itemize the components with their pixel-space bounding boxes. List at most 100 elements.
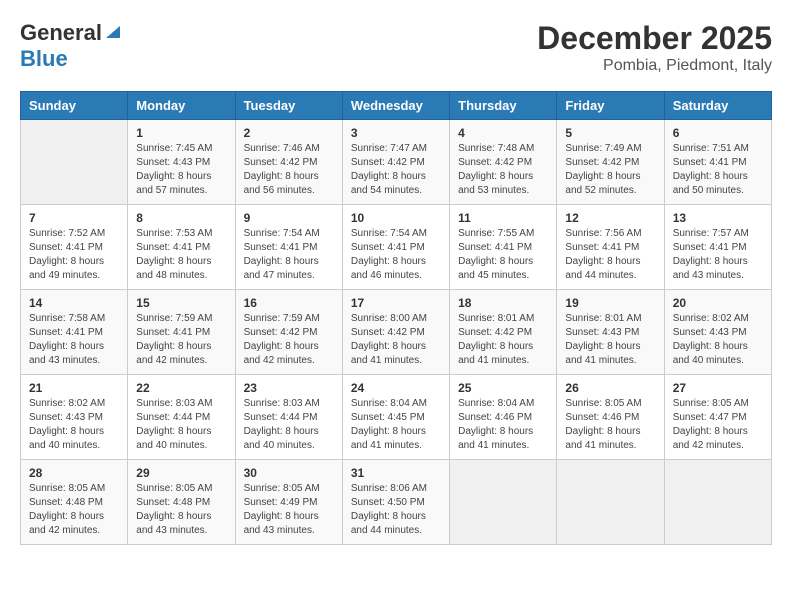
- calendar-cell: [21, 120, 128, 205]
- day-number: 20: [673, 296, 763, 310]
- day-number: 13: [673, 211, 763, 225]
- day-info: Sunrise: 7:56 AM Sunset: 4:41 PM Dayligh…: [565, 227, 655, 283]
- calendar-cell: 13Sunrise: 7:57 AM Sunset: 4:41 PM Dayli…: [664, 205, 771, 290]
- calendar-cell: 27Sunrise: 8:05 AM Sunset: 4:47 PM Dayli…: [664, 375, 771, 460]
- day-of-week-header: Thursday: [450, 92, 557, 120]
- day-info: Sunrise: 7:53 AM Sunset: 4:41 PM Dayligh…: [136, 227, 226, 283]
- day-number: 1: [136, 126, 226, 140]
- day-info: Sunrise: 7:54 AM Sunset: 4:41 PM Dayligh…: [244, 227, 334, 283]
- calendar-cell: 18 Sunrise: 8:01 AM Sunset: 4:42 PM Dayli…: [450, 290, 557, 375]
- day-number: 24: [351, 381, 441, 395]
- day-number: 21: [29, 381, 119, 395]
- header-row: SundayMondayTuesdayWednesdayThursdayFrid…: [21, 92, 772, 120]
- calendar-cell: 22 Sunrise: 8:03 AM Sunset: 4:44 PM Dayli…: [128, 375, 235, 460]
- day-info: Sunrise: 7:59 AM Sunset: 4:42 PM Dayligh…: [244, 312, 334, 368]
- day-number: 12: [565, 211, 655, 225]
- calendar-cell: 16 Sunrise: 7:59 AM Sunset: 4:42 PM Dayli…: [235, 290, 342, 375]
- day-info: Sunrise: 7:45 AM Sunset: 4:43 PM Dayligh…: [136, 142, 226, 198]
- day-info: Sunrise: 7:51 AM Sunset: 4:41 PM Dayligh…: [673, 142, 763, 198]
- calendar-cell: 14 Sunrise: 7:58 AM Sunset: 4:41 PM Dayli…: [21, 290, 128, 375]
- calendar-cell: 11Sunrise: 7:55 AM Sunset: 4:41 PM Dayli…: [450, 205, 557, 290]
- calendar-cell: 24 Sunrise: 8:04 AM Sunset: 4:45 PM Dayli…: [342, 375, 449, 460]
- day-number: 16: [244, 296, 334, 310]
- calendar-cell: [557, 460, 664, 545]
- calendar-week-row: 1 Sunrise: 7:45 AM Sunset: 4:43 PM Daylig…: [21, 120, 772, 205]
- day-info: Sunrise: 7:59 AM Sunset: 4:41 PM Dayligh…: [136, 312, 226, 368]
- day-of-week-header: Saturday: [664, 92, 771, 120]
- day-number: 5: [565, 126, 655, 140]
- logo: General Blue: [20, 20, 122, 72]
- calendar-cell: 2Sunrise: 7:46 AM Sunset: 4:42 PM Daylig…: [235, 120, 342, 205]
- calendar-cell: 5 Sunrise: 7:49 AM Sunset: 4:42 PM Daylig…: [557, 120, 664, 205]
- day-info: Sunrise: 8:04 AM Sunset: 4:46 PM Dayligh…: [458, 397, 548, 453]
- day-number: 3: [351, 126, 441, 140]
- page-title: December 2025: [537, 20, 772, 57]
- calendar-cell: 8 Sunrise: 7:53 AM Sunset: 4:41 PM Daylig…: [128, 205, 235, 290]
- day-number: 30: [244, 466, 334, 480]
- calendar-cell: 4 Sunrise: 7:48 AM Sunset: 4:42 PM Daylig…: [450, 120, 557, 205]
- day-of-week-header: Monday: [128, 92, 235, 120]
- calendar-cell: 26Sunrise: 8:05 AM Sunset: 4:46 PM Dayli…: [557, 375, 664, 460]
- day-number: 11: [458, 211, 548, 225]
- logo-blue-text: Blue: [20, 46, 68, 72]
- calendar-cell: [664, 460, 771, 545]
- calendar-cell: 19 Sunrise: 8:01 AM Sunset: 4:43 PM Dayli…: [557, 290, 664, 375]
- day-number: 22: [136, 381, 226, 395]
- calendar-cell: 7 Sunrise: 7:52 AM Sunset: 4:41 PM Daylig…: [21, 205, 128, 290]
- day-info: Sunrise: 8:01 AM Sunset: 4:43 PM Dayligh…: [565, 312, 655, 368]
- calendar-week-row: 21 Sunrise: 8:02 AM Sunset: 4:43 PM Dayli…: [21, 375, 772, 460]
- calendar-cell: 12 Sunrise: 7:56 AM Sunset: 4:41 PM Dayli…: [557, 205, 664, 290]
- page-subtitle: Pombia, Piedmont, Italy: [537, 57, 772, 75]
- day-number: 15: [136, 296, 226, 310]
- logo-general-text: General: [20, 20, 102, 46]
- day-number: 8: [136, 211, 226, 225]
- calendar-cell: 28 Sunrise: 8:05 AM Sunset: 4:48 PM Dayli…: [21, 460, 128, 545]
- day-info: Sunrise: 8:02 AM Sunset: 4:43 PM Dayligh…: [29, 397, 119, 453]
- day-info: Sunrise: 8:02 AM Sunset: 4:43 PM Dayligh…: [673, 312, 763, 368]
- calendar-cell: 31Sunrise: 8:06 AM Sunset: 4:50 PM Dayli…: [342, 460, 449, 545]
- day-number: 14: [29, 296, 119, 310]
- day-info: Sunrise: 8:04 AM Sunset: 4:45 PM Dayligh…: [351, 397, 441, 453]
- title-block: December 2025 Pombia, Piedmont, Italy: [537, 20, 772, 75]
- day-number: 18: [458, 296, 548, 310]
- day-number: 2: [244, 126, 334, 140]
- day-number: 19: [565, 296, 655, 310]
- day-info: Sunrise: 8:03 AM Sunset: 4:44 PM Dayligh…: [136, 397, 226, 453]
- day-info: Sunrise: 7:52 AM Sunset: 4:41 PM Dayligh…: [29, 227, 119, 283]
- day-info: Sunrise: 8:01 AM Sunset: 4:42 PM Dayligh…: [458, 312, 548, 368]
- day-info: Sunrise: 7:47 AM Sunset: 4:42 PM Dayligh…: [351, 142, 441, 198]
- day-number: 28: [29, 466, 119, 480]
- day-info: Sunrise: 7:49 AM Sunset: 4:42 PM Dayligh…: [565, 142, 655, 198]
- calendar-cell: 21 Sunrise: 8:02 AM Sunset: 4:43 PM Dayli…: [21, 375, 128, 460]
- page-header: General Blue December 2025 Pombia, Piedm…: [20, 20, 772, 75]
- day-info: Sunrise: 8:00 AM Sunset: 4:42 PM Dayligh…: [351, 312, 441, 368]
- calendar-cell: 3 Sunrise: 7:47 AM Sunset: 4:42 PM Daylig…: [342, 120, 449, 205]
- day-number: 4: [458, 126, 548, 140]
- calendar-body: 1 Sunrise: 7:45 AM Sunset: 4:43 PM Daylig…: [21, 120, 772, 545]
- calendar-cell: 23Sunrise: 8:03 AM Sunset: 4:44 PM Dayli…: [235, 375, 342, 460]
- day-info: Sunrise: 8:05 AM Sunset: 4:48 PM Dayligh…: [136, 482, 226, 538]
- calendar-cell: 10Sunrise: 7:54 AM Sunset: 4:41 PM Dayli…: [342, 205, 449, 290]
- calendar-cell: 29Sunrise: 8:05 AM Sunset: 4:48 PM Dayli…: [128, 460, 235, 545]
- day-info: Sunrise: 7:58 AM Sunset: 4:41 PM Dayligh…: [29, 312, 119, 368]
- calendar-cell: 15 Sunrise: 7:59 AM Sunset: 4:41 PM Dayli…: [128, 290, 235, 375]
- calendar-cell: 20 Sunrise: 8:02 AM Sunset: 4:43 PM Dayli…: [664, 290, 771, 375]
- day-of-week-header: Wednesday: [342, 92, 449, 120]
- day-info: Sunrise: 7:48 AM Sunset: 4:42 PM Dayligh…: [458, 142, 548, 198]
- day-number: 17: [351, 296, 441, 310]
- calendar-header: SundayMondayTuesdayWednesdayThursdayFrid…: [21, 92, 772, 120]
- day-number: 7: [29, 211, 119, 225]
- day-number: 10: [351, 211, 441, 225]
- day-info: Sunrise: 8:05 AM Sunset: 4:46 PM Dayligh…: [565, 397, 655, 453]
- calendar-cell: 25 Sunrise: 8:04 AM Sunset: 4:46 PM Dayli…: [450, 375, 557, 460]
- day-number: 25: [458, 381, 548, 395]
- day-info: Sunrise: 8:05 AM Sunset: 4:48 PM Dayligh…: [29, 482, 119, 538]
- day-number: 31: [351, 466, 441, 480]
- day-of-week-header: Tuesday: [235, 92, 342, 120]
- logo-icon: [104, 22, 122, 40]
- day-info: Sunrise: 8:05 AM Sunset: 4:47 PM Dayligh…: [673, 397, 763, 453]
- day-info: Sunrise: 8:03 AM Sunset: 4:44 PM Dayligh…: [244, 397, 334, 453]
- day-of-week-header: Sunday: [21, 92, 128, 120]
- calendar-cell: 9Sunrise: 7:54 AM Sunset: 4:41 PM Daylig…: [235, 205, 342, 290]
- calendar-week-row: 28 Sunrise: 8:05 AM Sunset: 4:48 PM Dayli…: [21, 460, 772, 545]
